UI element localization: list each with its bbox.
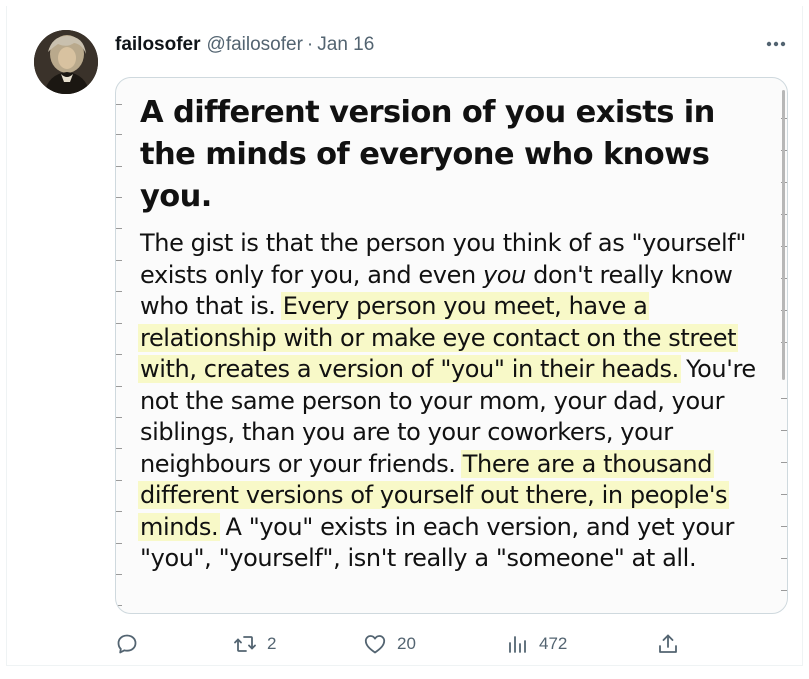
like-count: 20 [397,634,416,653]
retweet-button[interactable]: 2 [233,626,276,662]
paragraph-part-4: A "you" exists in each version, and yet … [140,512,734,573]
ruler-ticks-left [116,78,122,613]
retweet-count: 2 [267,634,277,653]
views-count: 472 [539,634,568,653]
author-handle[interactable]: @failosofer [207,34,303,56]
paragraph-italic: you [483,260,526,289]
author-name[interactable]: failosofer [115,34,201,56]
more-icon [766,41,786,47]
portrait-image [34,30,98,94]
share-button[interactable] [656,626,680,662]
views-button[interactable]: 472 [505,626,567,662]
more-options-button[interactable] [761,32,791,56]
tweet-image[interactable]: A different version of you exists in the… [115,77,788,614]
reply-icon [117,634,137,654]
tweet[interactable]: failosofer @failosofer · Jan 16 A differ… [6,6,803,666]
image-paragraph: The gist is that the person you think of… [138,228,780,575]
action-bar: 2 20 472 [115,626,685,662]
share-icon [659,634,677,653]
reply-button[interactable] [115,626,149,662]
separator-dot: · [306,34,314,55]
analytics-icon [509,636,526,653]
like-button[interactable]: 20 [363,626,416,662]
tweet-date[interactable]: Jan 16 [317,34,374,56]
retweet-icon [234,636,256,652]
tweet-header: failosofer @failosofer · Jan 16 [115,33,374,57]
avatar[interactable] [34,30,98,94]
scrollbar [782,90,785,380]
heart-icon [364,635,386,654]
image-headline: A different version of you exists in the… [140,95,715,214]
